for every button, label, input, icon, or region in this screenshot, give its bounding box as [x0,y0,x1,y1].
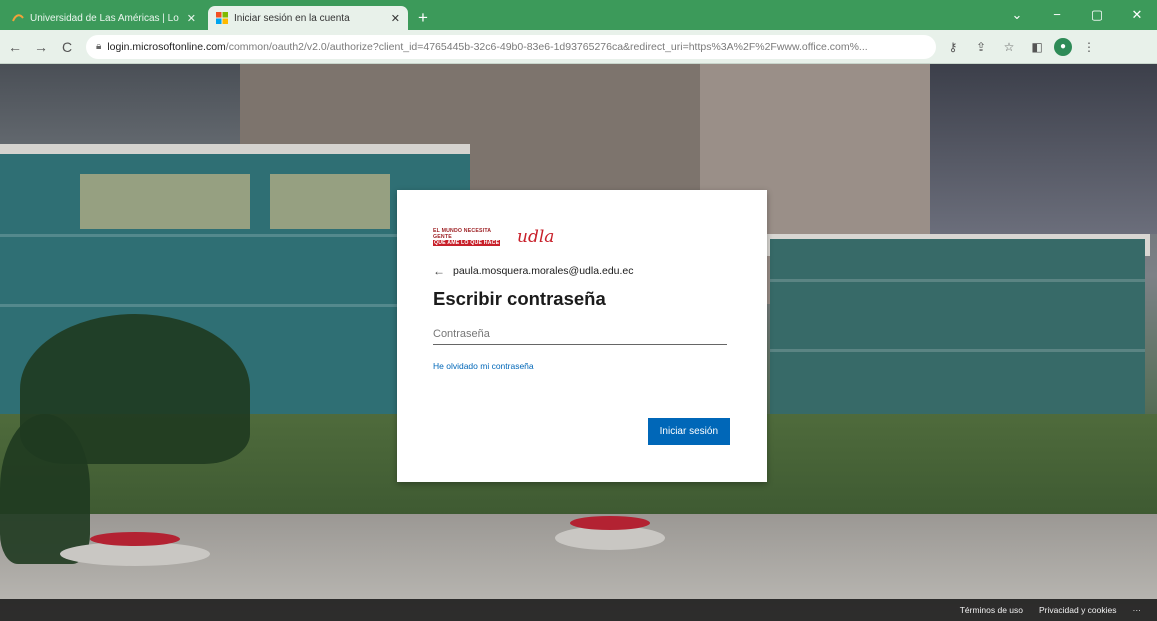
logo-slogan-line: EL MUNDO NECESITA GENTE [433,228,492,240]
privacy-link[interactable]: Privacidad y cookies [1039,605,1116,615]
signin-button[interactable]: Iniciar sesión [647,418,730,445]
tab-close-icon[interactable]: ✕ [391,12,400,25]
tab-title: Universidad de Las Américas | Lo [30,12,179,24]
tab-search-icon[interactable]: ⌄ [997,0,1037,30]
share-icon[interactable]: ⇪ [970,40,992,54]
tab-title: Iniciar sesión en la cuenta [234,12,350,24]
star-icon[interactable]: ☆ [998,40,1020,54]
sidepanel-icon[interactable]: ◧ [1026,40,1048,54]
page-footer: Términos de uso Privacidad y cookies ··· [0,599,1157,621]
close-window-icon[interactable]: ✕ [1117,0,1157,30]
menu-icon[interactable]: ⋮ [1078,40,1100,54]
reload-icon[interactable]: C [56,39,78,55]
udla-logo: EL MUNDO NECESITA GENTE QUE AME LO QUE H… [433,224,731,250]
logo-mark: udla [517,227,555,247]
forward-arrow-icon[interactable]: → [30,39,52,55]
browser-tab-udla[interactable]: Universidad de Las Américas | Lo ✕ [4,6,204,30]
key-icon[interactable]: ⚷ [942,40,964,54]
address-bar[interactable]: 🔒︎ login.microsoftonline.com /common/oau… [86,34,936,59]
logo-slogan: EL MUNDO NECESITA GENTE QUE AME LO QUE H… [433,228,509,246]
background-flowers [570,516,650,530]
restore-icon[interactable]: ▢ [1077,0,1117,30]
minimize-icon[interactable]: − [1037,0,1077,30]
tab-close-icon[interactable]: ✕ [187,12,196,25]
more-options-icon[interactable]: ··· [1133,605,1142,615]
background-sky [900,64,1157,234]
browser-tab-microsoft-login[interactable]: Iniciar sesión en la cuenta ✕ [208,6,408,30]
profile-icon[interactable]: ● [1054,37,1072,56]
identity-email: paula.mosquera.morales@udla.edu.ec [453,265,634,277]
microsoft-favicon [216,12,228,24]
logo-slogan-line: QUE AME LO QUE HACE [433,240,501,246]
lock-icon[interactable]: 🔒︎ [96,41,101,52]
back-arrow-icon[interactable]: ← [433,264,445,278]
background-flowers [90,532,180,546]
url-path: /common/oauth2/v2.0/authorize?client_id=… [225,40,868,53]
window-controls: ⌄ − ▢ ✕ [997,0,1157,30]
back-arrow-icon[interactable]: ← [4,39,26,55]
browser-toolbar: ← → C 🔒︎ login.microsoftonline.com /comm… [0,30,1157,64]
page-title: Escribir contraseña [433,288,606,309]
password-input[interactable] [433,324,727,345]
terms-link[interactable]: Términos de uso [960,605,1023,615]
login-card: EL MUNDO NECESITA GENTE QUE AME LO QUE H… [397,190,767,482]
background-palm [0,414,90,564]
url-host: login.microsoftonline.com [107,40,226,53]
identity-banner[interactable]: ← paula.mosquera.morales@udla.edu.ec [433,264,731,278]
browser-tabstrip: Universidad de Las Américas | Lo ✕ Inici… [0,0,1157,30]
new-tab-button[interactable]: + [418,6,428,30]
udla-favicon [12,14,24,22]
forgot-password-link[interactable]: He olvidado mi contraseña [433,361,731,371]
